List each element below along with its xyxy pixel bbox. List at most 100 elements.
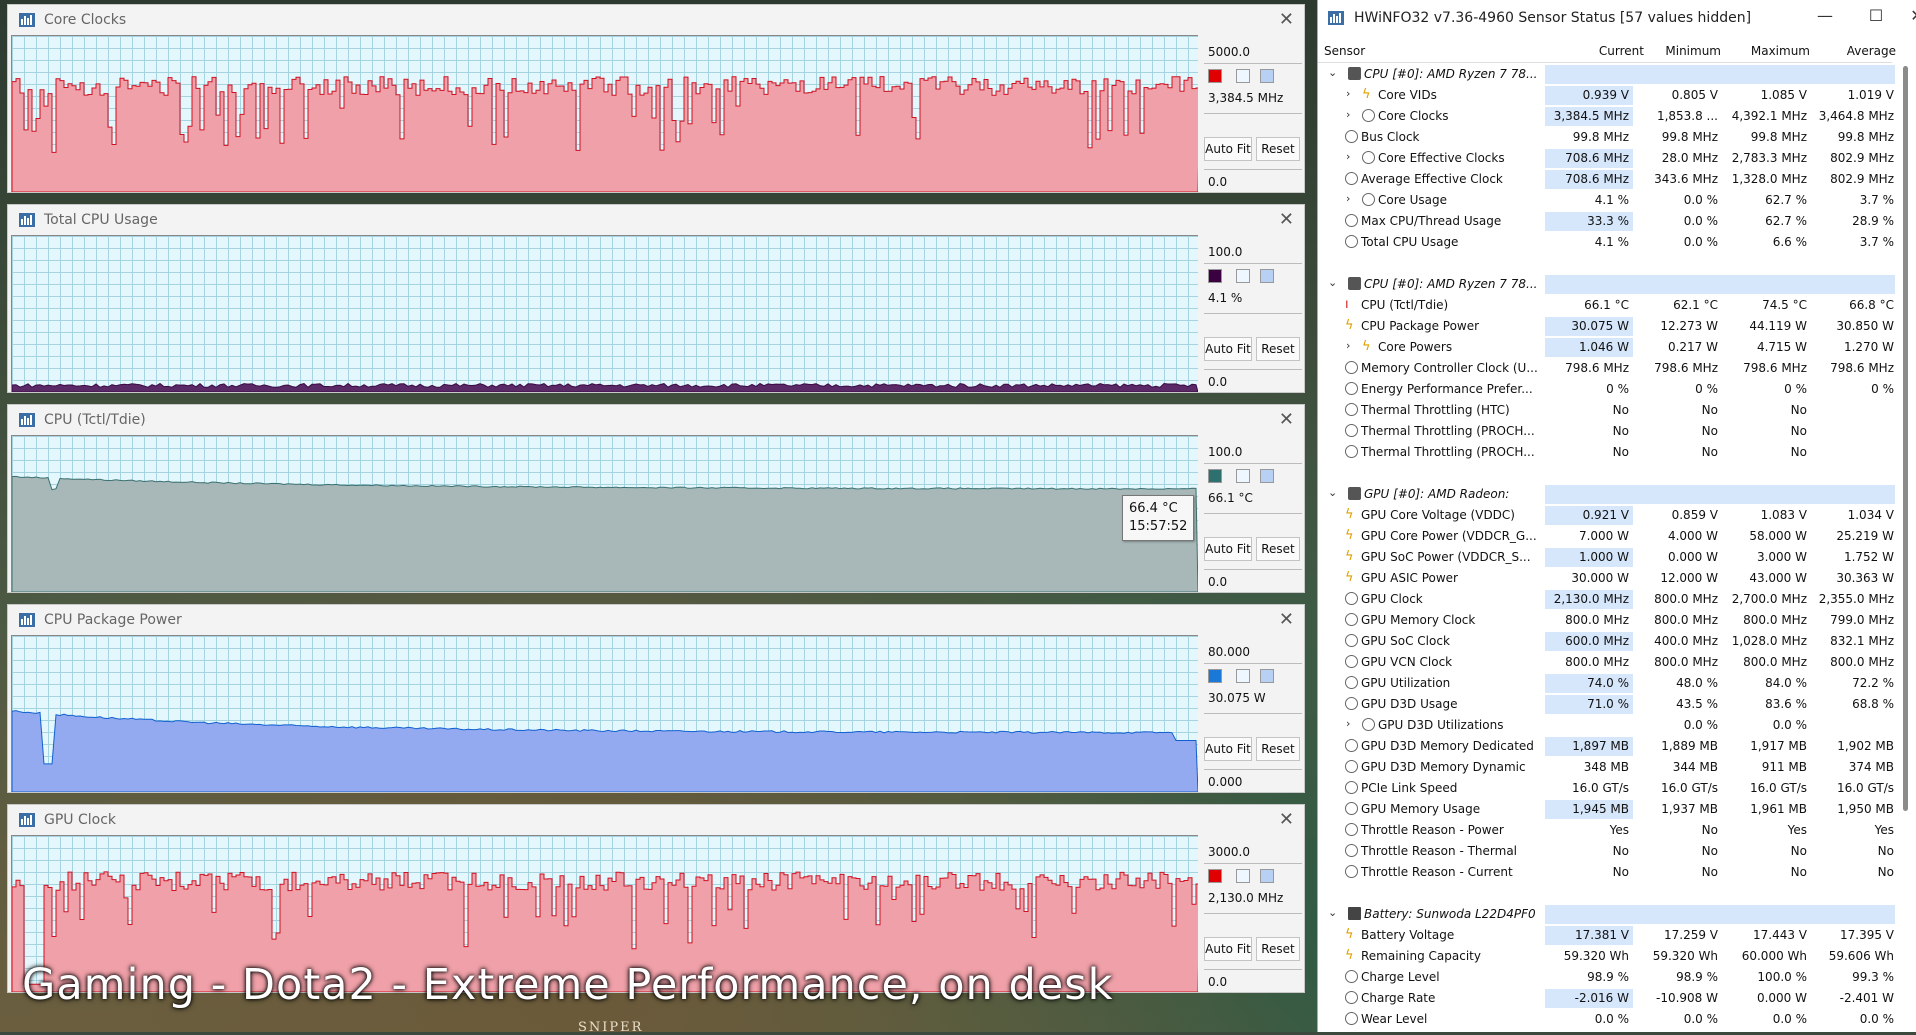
color-swatch-2[interactable] <box>1236 469 1250 483</box>
col-average[interactable]: Average <box>1826 44 1896 58</box>
sensor-group-row[interactable]: ⌄ Battery: Sunwoda L22D4PF0 <box>1318 904 1895 925</box>
color-swatch[interactable] <box>1208 69 1222 83</box>
color-swatch-2[interactable] <box>1236 869 1250 883</box>
sensor-row[interactable]: Average Effective Clock 708.6 MHz 343.6 MH… <box>1318 169 1894 190</box>
color-swatch-2[interactable] <box>1236 269 1250 283</box>
sensor-row[interactable]: › Core Usage 4.1 % 0.0 % 62.7 % 3.7 % <box>1318 190 1894 211</box>
sensor-row[interactable]: ϟ GPU Core Voltage (VDDC) 0.921 V 0.859 V 1.… <box>1318 505 1894 526</box>
close-button[interactable]: ✕ <box>1907 6 1916 25</box>
scrollbar[interactable] <box>1900 64 1910 1014</box>
collapse-icon[interactable]: ⌄ <box>1328 486 1340 499</box>
sensor-row[interactable]: Memory Controller Clock (U... 798.6 MHz 79… <box>1318 358 1894 379</box>
col-sensor[interactable]: Sensor <box>1324 44 1365 58</box>
sensor-row[interactable]: › GPU D3D Utilizations 0.0 % 0.0 % <box>1318 715 1892 736</box>
minimize-button[interactable]: — <box>1810 6 1840 25</box>
sensor-row[interactable]: Throttle Reason - Thermal No No No No <box>1318 841 1894 862</box>
col-minimum[interactable]: Minimum <box>1661 44 1721 58</box>
expand-icon[interactable]: › <box>1346 108 1358 121</box>
sensor-row[interactable]: ϟ GPU SoC Power (VDDCR_S... 1.000 W 0.000 W… <box>1318 547 1894 568</box>
color-swatch[interactable] <box>1208 269 1222 283</box>
reset-button[interactable]: Reset <box>1256 137 1300 161</box>
color-swatch-3[interactable] <box>1260 469 1274 483</box>
sensor-row[interactable]: Thermal Throttling (PROCH... No No No <box>1318 421 1892 442</box>
sensor-row[interactable]: GPU Memory Usage 1,945 MB 1,937 MB 1,961 MB… <box>1318 799 1894 820</box>
color-swatch[interactable] <box>1208 469 1222 483</box>
color-swatch-3[interactable] <box>1260 69 1274 83</box>
sensor-row[interactable]: ı CPU (Tctl/Tdie) 66.1 °C 62.1 °C 74.5 °C 66.… <box>1318 295 1894 316</box>
sensor-group-row[interactable]: ⌄ CPU [#0]: AMD Ryzen 7 78... <box>1318 274 1895 295</box>
auto-fit-button[interactable]: Auto Fit <box>1204 737 1252 761</box>
graph-titlebar[interactable]: CPU (Tctl/Tdie) ✕ <box>8 405 1304 435</box>
sensor-row[interactable]: ϟ GPU ASIC Power 30.000 W 12.000 W 43.000 W 3… <box>1318 568 1894 589</box>
expand-icon[interactable]: › <box>1346 150 1358 163</box>
collapse-icon[interactable]: ⌄ <box>1328 906 1340 919</box>
sensor-row[interactable]: › Core Effective Clocks 708.6 MHz 28.0 MHz 2… <box>1318 148 1894 169</box>
sensor-group-row[interactable]: ⌄ CPU [#0]: AMD Ryzen 7 78... <box>1318 64 1895 85</box>
color-swatch[interactable] <box>1208 669 1222 683</box>
sensor-row[interactable]: Thermal Throttling (HTC) No No No <box>1318 400 1892 421</box>
expand-icon[interactable]: › <box>1346 339 1358 352</box>
sensor-row[interactable]: Charge Rate -2.016 W -10.908 W 0.000 W -2.40… <box>1318 988 1894 1009</box>
sensor-row[interactable]: ϟ GPU Core Power (VDDCR_G... 7.000 W 4.000 … <box>1318 526 1894 547</box>
color-swatch[interactable] <box>1208 869 1222 883</box>
sensor-row[interactable]: ϟ CPU Package Power 30.075 W 12.273 W 44.119… <box>1318 316 1894 337</box>
sensor-row[interactable]: GPU D3D Memory Dynamic 348 MB 344 MB 911 MB… <box>1318 757 1894 778</box>
sensor-row[interactable]: › Core Clocks 3,384.5 MHz 1,853.8 ... 4,392.… <box>1318 106 1894 127</box>
color-swatch-3[interactable] <box>1260 669 1274 683</box>
expand-icon[interactable]: › <box>1346 87 1358 100</box>
sensor-row[interactable]: GPU SoC Clock 600.0 MHz 400.0 MHz 1,028.0 M… <box>1318 631 1894 652</box>
close-icon[interactable]: ✕ <box>1279 809 1294 830</box>
graph-titlebar[interactable]: GPU Clock ✕ <box>8 805 1304 835</box>
col-maximum[interactable]: Maximum <box>1742 44 1810 58</box>
reset-button[interactable]: Reset <box>1256 737 1300 761</box>
sensor-row[interactable]: ϟ Remaining Capacity 59.320 Wh 59.320 Wh 60.… <box>1318 946 1894 967</box>
col-current[interactable]: Current <box>1584 44 1644 58</box>
sensor-row[interactable]: GPU VCN Clock 800.0 MHz 800.0 MHz 800.0 MHz… <box>1318 652 1894 673</box>
sensor-row[interactable]: GPU D3D Usage 71.0 % 43.5 % 83.6 % 68.8 % <box>1318 694 1894 715</box>
graph-titlebar[interactable]: Core Clocks ✕ <box>8 5 1304 35</box>
auto-fit-button[interactable]: Auto Fit <box>1204 337 1252 361</box>
sensor-row[interactable]: GPU D3D Memory Dedicated 1,897 MB 1,889 MB… <box>1318 736 1894 757</box>
sensor-row[interactable]: Throttle Reason - Current No No No No <box>1318 862 1894 883</box>
sensor-row[interactable]: GPU Memory Clock 800.0 MHz 800.0 MHz 800.0 … <box>1318 610 1894 631</box>
reset-button[interactable]: Reset <box>1256 537 1300 561</box>
color-swatch-3[interactable] <box>1260 269 1274 283</box>
sensor-row[interactable]: Max CPU/Thread Usage 33.3 % 0.0 % 62.7 % 28.… <box>1318 211 1894 232</box>
sensor-row[interactable]: Throttle Reason - Power Yes No Yes Yes <box>1318 820 1894 841</box>
sensor-row[interactable]: PCIe Link Speed 16.0 GT/s 16.0 GT/s 16.0 GT… <box>1318 778 1894 799</box>
collapse-icon[interactable]: ⌄ <box>1328 276 1340 289</box>
close-icon[interactable]: ✕ <box>1279 409 1294 430</box>
collapse-icon[interactable]: ⌄ <box>1328 66 1340 79</box>
sensor-row[interactable]: Energy Performance Prefer... 0 % 0 % 0 % 0 % <box>1318 379 1894 400</box>
close-icon[interactable]: ✕ <box>1279 609 1294 630</box>
maximize-button[interactable]: ☐ <box>1861 6 1891 25</box>
hwinfo-titlebar[interactable]: HWiNFO32 v7.36-4960 Sensor Status [57 va… <box>1318 0 1916 38</box>
sensor-row[interactable]: GPU Utilization 74.0 % 48.0 % 84.0 % 72.2 % <box>1318 673 1894 694</box>
sensor-row[interactable]: Wear Level 0.0 % 0.0 % 0.0 % 0.0 % <box>1318 1009 1894 1030</box>
auto-fit-button[interactable]: Auto Fit <box>1204 937 1252 961</box>
color-swatch-3[interactable] <box>1260 869 1274 883</box>
expand-icon[interactable]: › <box>1346 717 1358 730</box>
reset-button[interactable]: Reset <box>1256 337 1300 361</box>
sensor-row[interactable]: GPU Clock 2,130.0 MHz 800.0 MHz 2,700.0 MHz… <box>1318 589 1894 610</box>
sensor-row[interactable]: Bus Clock 99.8 MHz 99.8 MHz 99.8 MHz 99.8 MH… <box>1318 127 1894 148</box>
sensor-row[interactable]: › ϟ Core VIDs 0.939 V 0.805 V 1.085 V 1.019 V <box>1318 85 1894 106</box>
auto-fit-button[interactable]: Auto Fit <box>1204 537 1252 561</box>
sensor-row[interactable]: Total CPU Usage 4.1 % 0.0 % 6.6 % 3.7 % <box>1318 232 1894 253</box>
reset-button[interactable]: Reset <box>1256 937 1300 961</box>
sensor-row[interactable]: Thermal Throttling (PROCH... No No No <box>1318 442 1892 463</box>
auto-fit-button[interactable]: Auto Fit <box>1204 137 1252 161</box>
close-icon[interactable]: ✕ <box>1279 209 1294 230</box>
graph-titlebar[interactable]: CPU Package Power ✕ <box>8 605 1304 635</box>
color-swatch-2[interactable] <box>1236 69 1250 83</box>
scrollbar-thumb[interactable] <box>1903 66 1908 811</box>
sensor-group-row[interactable]: ⌄ GPU [#0]: AMD Radeon: <box>1318 484 1895 505</box>
close-icon[interactable]: ✕ <box>1279 9 1294 30</box>
color-swatch-2[interactable] <box>1236 669 1250 683</box>
graph-titlebar[interactable]: Total CPU Usage ✕ <box>8 205 1304 235</box>
sensor-row[interactable]: ϟ Battery Voltage 17.381 V 17.259 V 17.443 V… <box>1318 925 1894 946</box>
sensor-row[interactable]: Charge Level 98.9 % 98.9 % 100.0 % 99.3 % <box>1318 967 1894 988</box>
tooltip-time: 15:57:52 <box>1129 519 1188 534</box>
expand-icon[interactable]: › <box>1346 192 1358 205</box>
sensor-row[interactable]: › ϟ Core Powers 1.046 W 0.217 W 4.715 W 1.270 … <box>1318 337 1894 358</box>
